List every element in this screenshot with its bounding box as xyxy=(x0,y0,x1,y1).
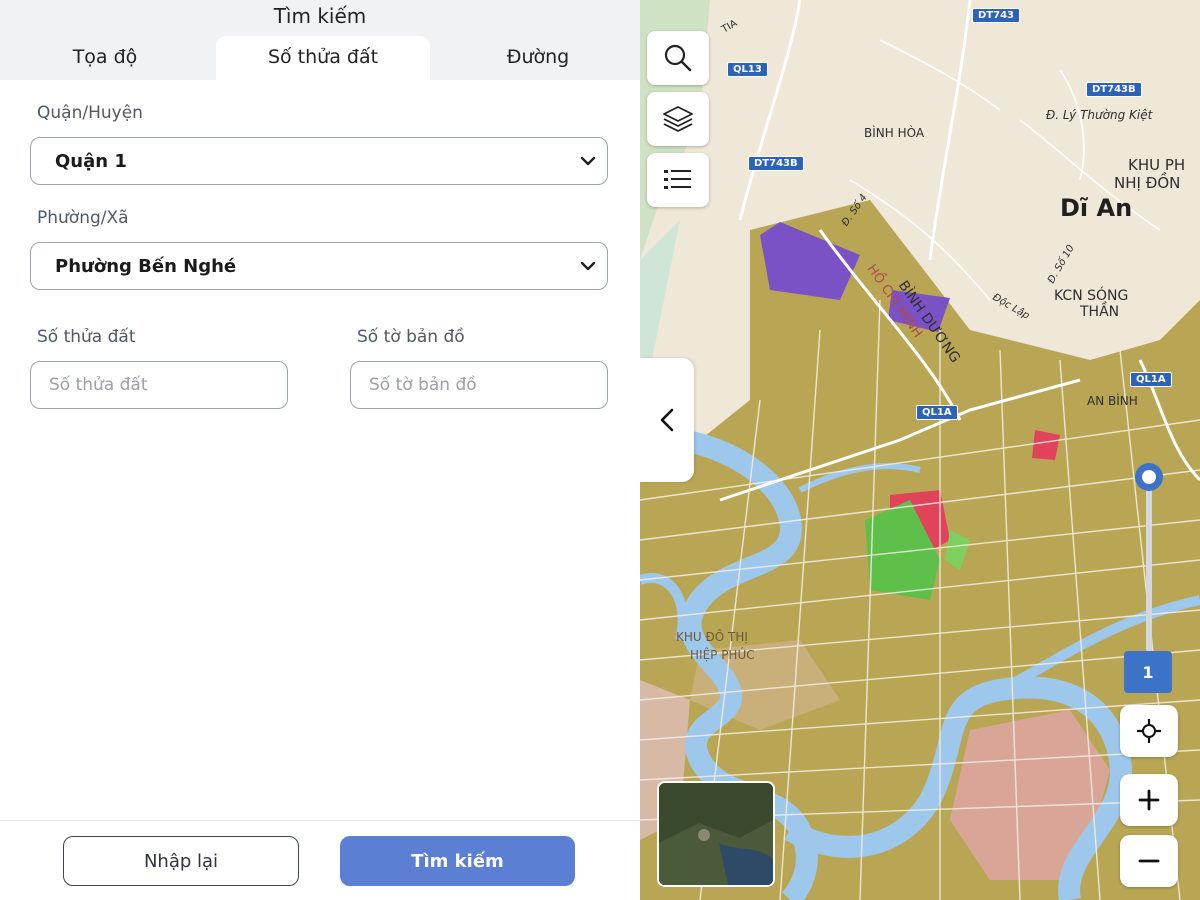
chevron-down-icon xyxy=(580,156,596,166)
map-label-khu-do-thi: KHU ĐÔ THỊ xyxy=(676,630,748,644)
map-label-nhi-dong: NHỊ ĐỒN xyxy=(1114,174,1181,192)
satellite-minimap[interactable] xyxy=(657,781,775,887)
district-select[interactable]: Quận 1 xyxy=(30,137,608,185)
map-label-hiep-phuc: HIỆP PHÚC xyxy=(690,648,755,662)
chevron-left-icon xyxy=(660,408,674,432)
chevron-down-icon xyxy=(580,261,596,271)
map-label-ly-thuong-kiet: Đ. Lý Thường Kiệt xyxy=(1046,108,1153,122)
reset-button[interactable]: Nhập lại xyxy=(63,836,299,886)
tab-coordinates[interactable]: Tọa độ xyxy=(0,36,210,80)
map-legend-button[interactable] xyxy=(647,153,709,207)
map-sheet-label: Số tờ bản đồ xyxy=(357,327,465,347)
road-badge: DT743B xyxy=(748,156,804,171)
list-icon xyxy=(664,170,691,189)
parcel-number-label: Số thửa đất xyxy=(37,327,136,347)
map-label-an-binh: AN BÌNH xyxy=(1087,394,1138,408)
search-tabs: Tọa độ Số thửa đất Đường xyxy=(0,36,640,80)
plus-icon xyxy=(1138,789,1160,811)
collapse-panel-button[interactable] xyxy=(640,358,694,482)
minus-icon xyxy=(1138,859,1160,863)
panel-title: Tìm kiếm xyxy=(273,4,367,28)
district-label: Quận/Huyện xyxy=(37,103,143,123)
satellite-thumbnail xyxy=(659,783,773,885)
map-label-di-an: Dĩ An xyxy=(1060,194,1133,222)
map-label-kcn: KCN SÓNG xyxy=(1054,288,1129,304)
road-badge: QL1A xyxy=(1130,372,1172,387)
road-badge: DT743B xyxy=(1086,82,1142,97)
map-layers-button[interactable] xyxy=(647,92,709,146)
ward-value: Phường Bến Nghé xyxy=(55,255,237,277)
search-icon xyxy=(664,44,692,72)
panel-header: Tìm kiếm Tọa độ Số thửa đất Đường xyxy=(0,0,640,80)
zoom-level-badge: 1 xyxy=(1124,651,1172,693)
map-label-khu-pho: KHU PH xyxy=(1128,156,1186,174)
search-panel: Tìm kiếm Tọa độ Số thửa đất Đường Quận/H… xyxy=(0,0,640,900)
ward-label: Phường/Xã xyxy=(37,208,129,228)
zoom-out-button[interactable] xyxy=(1120,835,1178,887)
map-search-button[interactable] xyxy=(647,31,709,85)
district-value: Quận 1 xyxy=(55,150,127,172)
map-view[interactable]: Dĩ An BÌNH HÒA BÌNH DƯƠNG KHU PH NHỊ ĐỒN… xyxy=(640,0,1200,900)
panel-footer: Nhập lại Tìm kiếm xyxy=(0,820,640,900)
map-sheet-input[interactable] xyxy=(350,361,608,409)
zoom-slider[interactable] xyxy=(1129,462,1169,652)
map-label-than: THẦN xyxy=(1080,304,1120,320)
parcel-number-input[interactable] xyxy=(30,361,288,409)
tab-street[interactable]: Đường xyxy=(436,36,640,80)
search-button[interactable]: Tìm kiếm xyxy=(340,836,575,886)
ward-select[interactable]: Phường Bến Nghé xyxy=(30,242,608,290)
road-badge: DT743 xyxy=(972,8,1020,23)
road-badge: QL1A xyxy=(916,405,958,420)
road-badge: QL13 xyxy=(727,62,768,77)
zoom-in-button[interactable] xyxy=(1120,774,1178,826)
locate-button[interactable] xyxy=(1120,705,1178,757)
map-label-binh-hoa: BÌNH HÒA xyxy=(864,126,925,140)
crosshair-icon xyxy=(1137,719,1161,743)
layers-icon xyxy=(663,106,693,132)
tab-parcel-number[interactable]: Số thửa đất xyxy=(216,36,430,80)
